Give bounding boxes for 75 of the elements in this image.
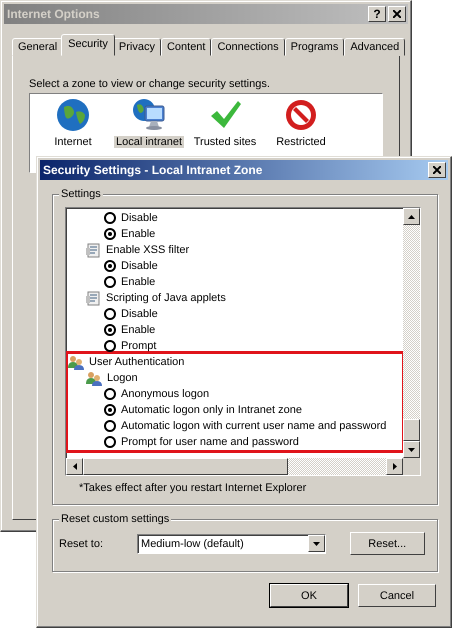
- scroll-right-button[interactable]: [386, 458, 403, 475]
- globe-monitor-icon: [132, 98, 166, 132]
- left-arrow-icon: [72, 463, 76, 470]
- scroll-down-button[interactable]: [403, 441, 420, 458]
- setting-label: Scripting of Java applets: [106, 292, 226, 304]
- radio-button[interactable]: [104, 324, 116, 336]
- cancel-button[interactable]: Cancel: [358, 584, 436, 607]
- right-arrow-icon: [392, 463, 396, 470]
- users-icon: [86, 370, 102, 386]
- close-button[interactable]: [388, 6, 406, 22]
- option-label: Automatic logon with current user name and password: [121, 420, 386, 432]
- radio-button[interactable]: [104, 388, 116, 400]
- option-label: Disable: [121, 212, 158, 224]
- close-icon: [433, 166, 441, 174]
- zone-item[interactable]: Trusted sites: [192, 136, 258, 148]
- tab[interactable]: Connections: [211, 38, 285, 56]
- ok-button[interactable]: OK: [270, 584, 348, 607]
- caret-icon: [312, 542, 320, 546]
- dropdown-button[interactable]: [308, 535, 325, 552]
- zone-item[interactable]: Restricted: [274, 136, 328, 148]
- level-dropdown[interactable]: Medium-low (default): [137, 534, 326, 554]
- option-label: Prompt for user name and password: [121, 436, 299, 448]
- up-arrow-icon: [408, 214, 415, 218]
- zone-prompt: Select a zone to view or change security settings.: [29, 78, 270, 90]
- tab[interactable]: Privacy: [112, 38, 161, 56]
- option-label: Automatic logon only in Intranet zone: [121, 404, 302, 416]
- document-icon: [86, 290, 101, 306]
- scrollbar-corner: [403, 458, 420, 475]
- radio-button[interactable]: [104, 260, 116, 272]
- help-button[interactable]: ?: [368, 6, 386, 22]
- note-text: *Takes effect after you restart Internet Explorer: [79, 482, 308, 494]
- zone-item[interactable]: Local intranet: [114, 136, 184, 148]
- vertical-scrollbar[interactable]: [403, 208, 420, 458]
- group-title: Reset custom settings: [59, 513, 172, 525]
- tab[interactable]: Security: [61, 34, 115, 56]
- window-title: Internet Options: [7, 7, 101, 21]
- reset-label: Reset to:: [59, 538, 104, 550]
- setting-label: Enable XSS filter: [106, 244, 190, 256]
- document-icon: [86, 242, 101, 258]
- no-entry-icon: [284, 98, 318, 132]
- radio-button[interactable]: [104, 228, 116, 240]
- option-label: Prompt: [121, 340, 156, 352]
- tab[interactable]: Content: [160, 38, 212, 56]
- radio-button[interactable]: [104, 340, 116, 352]
- zone-item[interactable]: Internet: [52, 136, 94, 148]
- group-title: Settings: [59, 188, 103, 200]
- scroll-thumb[interactable]: [83, 458, 288, 475]
- scroll-up-button[interactable]: [403, 208, 420, 225]
- radio-button[interactable]: [104, 420, 116, 432]
- close-icon: [393, 10, 401, 18]
- radio-button[interactable]: [104, 212, 116, 224]
- radio-button[interactable]: [104, 276, 116, 288]
- users-icon: [68, 354, 84, 370]
- radio-button[interactable]: [104, 436, 116, 448]
- globe-icon: [56, 98, 90, 132]
- option-label: Enable: [121, 276, 156, 288]
- option-label: Enable: [121, 324, 156, 336]
- scroll-thumb[interactable]: [403, 419, 420, 441]
- option-label: Enable: [121, 228, 156, 240]
- option-label: Disable: [121, 260, 158, 272]
- horizontal-scrollbar[interactable]: [66, 458, 403, 475]
- tab[interactable]: Advanced: [344, 38, 406, 56]
- radio-button[interactable]: [104, 404, 116, 416]
- radio-button[interactable]: [104, 308, 116, 320]
- category-label: Logon: [107, 372, 138, 384]
- scroll-left-button[interactable]: [66, 458, 83, 475]
- dialog-title: Security Settings - Local Intranet Zone: [43, 163, 264, 177]
- reset-button[interactable]: Reset...: [350, 532, 425, 555]
- option-label: Disable: [121, 308, 158, 320]
- category-label: User Authentication: [89, 356, 184, 368]
- close-button[interactable]: [428, 162, 446, 178]
- option-label: Anonymous logon: [121, 388, 210, 400]
- down-arrow-icon: [408, 448, 415, 452]
- tab[interactable]: General: [12, 38, 64, 56]
- tab[interactable]: Programs: [284, 38, 344, 56]
